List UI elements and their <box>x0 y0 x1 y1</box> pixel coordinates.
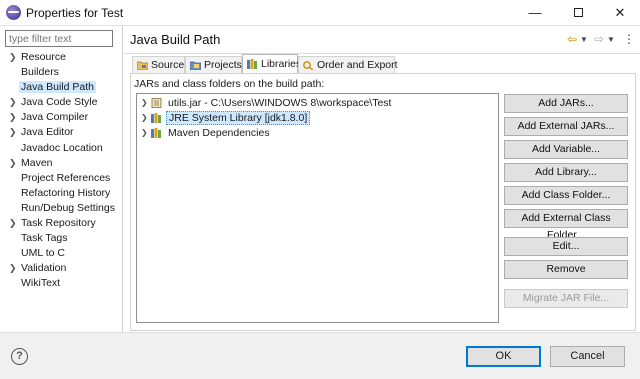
add-library-button[interactable]: Add Library... <box>504 163 628 182</box>
library-label: utils.jar - C:\Users\WINDOWS 8\workspace… <box>168 97 392 109</box>
tree-item-label: Validation <box>21 262 67 275</box>
tree-item-java-compiler[interactable]: ❯ Java Compiler <box>0 110 122 125</box>
tree-item-java-editor[interactable]: ❯ Java Editor <box>0 125 122 140</box>
tree-item-label: Refactoring History <box>21 186 111 199</box>
tree-item-label: Run/Debug Settings <box>21 201 115 214</box>
tree-item-java-code-style[interactable]: ❯ Java Code Style <box>0 95 122 110</box>
tree-item-maven[interactable]: ❯ Maven <box>0 156 122 171</box>
window-title: Properties for Test <box>26 6 124 20</box>
property-tree: ❯ Resource Builders Java Build Path ❯ Java Co… <box>0 50 122 292</box>
tab-libraries[interactable]: Libraries <box>242 54 302 73</box>
library-icon <box>151 128 161 138</box>
tab-source[interactable]: Source <box>132 56 185 73</box>
tree-item-label: Java Code Style <box>21 96 98 109</box>
libraries-description: JARs and class folders on the build path… <box>134 78 325 90</box>
tree-item-label: Java Compiler <box>21 111 89 124</box>
libraries-panel: JARs and class folders on the build path… <box>130 73 636 331</box>
title-bar: Properties for Test — ✕ <box>0 0 640 26</box>
tree-item-task-repository[interactable]: ❯ Task Repository <box>0 216 122 231</box>
tree-item-label: Java Build Path <box>19 81 96 94</box>
tree-item-builders[interactable]: Builders <box>0 65 122 80</box>
library-label: Maven Dependencies <box>168 127 270 139</box>
remove-button[interactable]: Remove <box>504 260 628 279</box>
tree-item-wikitext[interactable]: WikiText <box>0 276 122 291</box>
eclipse-icon <box>6 5 21 20</box>
tab-label: Libraries <box>261 58 302 70</box>
tree-item-label: WikiText <box>21 277 61 290</box>
tree-item-refactoring-history[interactable]: Refactoring History <box>0 186 122 201</box>
tab-projects[interactable]: Projects <box>185 56 242 73</box>
tree-item-project-references[interactable]: Project References <box>0 171 122 186</box>
chevron-right-icon[interactable]: ❯ <box>141 126 148 140</box>
page-title: Java Build Path <box>130 32 221 47</box>
library-label: JRE System Library [jdk1.8.0] <box>166 111 311 125</box>
tree-item-label: Task Tags <box>21 232 68 245</box>
chevron-right-icon[interactable]: ❯ <box>9 261 17 276</box>
back-dropdown-icon[interactable]: ▼ <box>580 35 588 44</box>
chevron-right-icon[interactable]: ❯ <box>141 96 148 110</box>
tree-item-label: Builders <box>21 66 59 79</box>
add-external-jars-button[interactable]: Add External JARs... <box>504 117 628 136</box>
tab-label: Source <box>151 59 185 71</box>
maximize-icon <box>573 8 583 18</box>
edit-button[interactable]: Edit... <box>504 237 628 256</box>
library-icon <box>151 113 161 123</box>
libraries-icon <box>247 59 257 69</box>
chevron-right-icon[interactable]: ❯ <box>141 111 148 125</box>
help-icon[interactable]: ? <box>11 348 28 365</box>
tree-item-javadoc-location[interactable]: Javadoc Location <box>0 141 122 156</box>
tree-item-label: Task Repository <box>21 217 96 230</box>
page-header: Java Build Path ⇦ ▼ ⇨ ▼ ⋮ <box>124 26 640 54</box>
tree-item-uml-to-c[interactable]: UML to C <box>0 246 122 261</box>
add-jars-button[interactable]: Add JARs... <box>504 94 628 113</box>
forward-dropdown-icon[interactable]: ▼ <box>607 35 615 44</box>
tree-item-label: Java Editor <box>21 126 74 139</box>
forward-arrow-icon[interactable]: ⇨ <box>594 32 604 46</box>
view-menu-icon[interactable]: ⋮ <box>623 32 635 46</box>
tab-label: Order and Export <box>317 59 398 71</box>
tree-item-label: Javadoc Location <box>21 141 103 154</box>
minimize-button[interactable]: — <box>515 0 555 26</box>
property-page-nav: ❯ResourceBuildersJava Build Path❯Java Co… <box>0 26 123 332</box>
tab-order-and-export[interactable]: Order and Export <box>298 56 398 73</box>
chevron-right-icon[interactable]: ❯ <box>9 125 17 140</box>
tree-item-task-tags[interactable]: Task Tags <box>0 231 122 246</box>
migrate-jar-button[interactable]: Migrate JAR File... <box>504 289 628 308</box>
maximize-button[interactable] <box>558 0 598 26</box>
tree-item-label: UML to C <box>21 247 65 260</box>
libraries-tree[interactable]: ❯ utils.jar - C:\Users\WINDOWS 8\workspa… <box>136 93 499 323</box>
tree-item-label: Project References <box>21 171 111 184</box>
ok-button[interactable]: OK <box>466 346 541 367</box>
chevron-right-icon[interactable]: ❯ <box>9 50 17 65</box>
add-external-class-folder-button[interactable]: Add External Class Folder... <box>504 209 628 241</box>
cancel-button[interactable]: Cancel <box>550 346 625 367</box>
tree-item-label: Resource <box>21 51 66 63</box>
tree-item-label: Maven <box>21 156 53 169</box>
order-export-icon <box>303 61 314 70</box>
add-variable-button[interactable]: Add Variable... <box>504 140 628 159</box>
source-folder-icon <box>137 61 148 70</box>
property-page-content: Java Build Path ⇦ ▼ ⇨ ▼ ⋮ Source Project… <box>124 26 640 332</box>
tree-item-java-build-path[interactable]: Java Build Path <box>0 80 122 95</box>
tree-item-run-debug-settings[interactable]: Run/Debug Settings <box>0 201 122 216</box>
tab-label: Projects <box>204 59 242 71</box>
dialog-footer: ? OK Cancel <box>0 332 640 379</box>
projects-icon <box>190 61 201 70</box>
filter-input[interactable] <box>5 30 113 47</box>
chevron-right-icon[interactable]: ❯ <box>9 110 17 125</box>
close-button[interactable]: ✕ <box>600 0 640 26</box>
back-arrow-icon[interactable]: ⇦ <box>567 32 577 46</box>
tree-item-validation[interactable]: ❯ Validation <box>0 261 122 276</box>
chevron-right-icon[interactable]: ❯ <box>9 156 17 171</box>
chevron-right-icon[interactable]: ❯ <box>9 95 17 110</box>
chevron-right-icon[interactable]: ❯ <box>9 216 17 231</box>
jar-icon <box>151 98 162 108</box>
add-class-folder-button[interactable]: Add Class Folder... <box>504 186 628 205</box>
tree-item-resource[interactable]: ❯ Resource <box>0 50 122 65</box>
